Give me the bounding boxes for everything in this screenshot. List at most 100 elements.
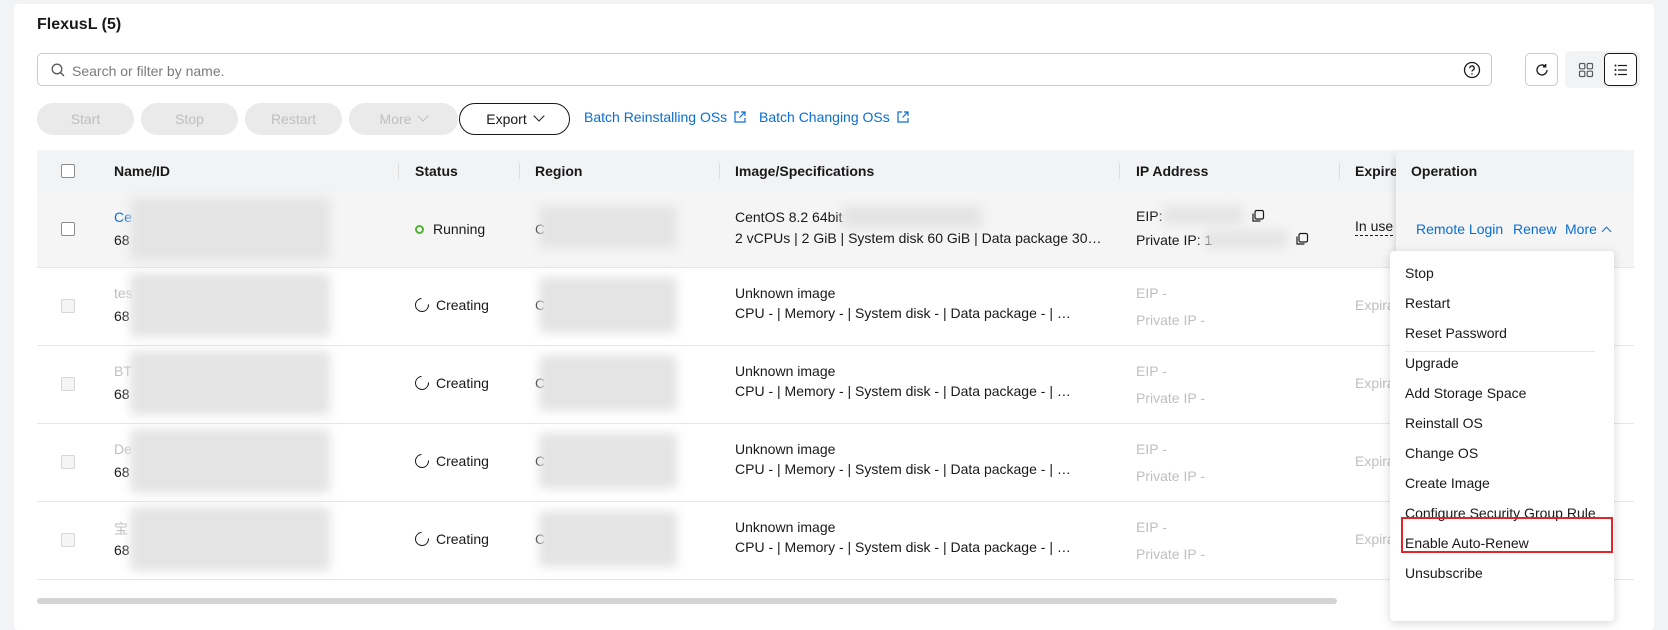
redacted-region	[539, 433, 677, 489]
col-ip: IP Address	[1136, 163, 1209, 179]
batch-change-link[interactable]: Batch Changing OSs	[759, 109, 910, 125]
more-operations-label: More	[1565, 221, 1597, 237]
row-checkbox	[61, 299, 75, 313]
menu-item-upgrade[interactable]: Upgrade	[1405, 355, 1459, 371]
more-operations-menu: Stop Restart Reset Password Upgrade Add …	[1390, 251, 1614, 621]
redacted-name	[130, 273, 330, 337]
status-text: Creating	[436, 453, 489, 469]
image-name: Unknown image	[735, 285, 836, 301]
section-title: FlexusL (5)	[37, 16, 122, 33]
list-view-icon	[1614, 64, 1627, 75]
redacted-region	[539, 355, 677, 411]
col-divider	[719, 163, 720, 179]
menu-item-unsubscribe[interactable]: Unsubscribe	[1405, 565, 1483, 581]
private-ip: Private IP -	[1136, 546, 1205, 562]
batch-change-label: Batch Changing OSs	[759, 109, 890, 125]
table-header: Name/ID Status Region Image/Specificatio…	[37, 150, 1634, 192]
copy-icon[interactable]	[1251, 209, 1265, 223]
private-ip: Private IP -	[1136, 312, 1205, 328]
search-icon	[51, 63, 65, 77]
spinner-icon	[412, 529, 432, 549]
spinner-icon	[412, 373, 432, 393]
export-label: Export	[486, 111, 527, 127]
restart-button[interactable]: Restart	[245, 103, 342, 135]
col-divider	[1119, 163, 1120, 179]
remote-login-link[interactable]: Remote Login	[1416, 221, 1503, 237]
export-button[interactable]: Export	[459, 103, 570, 135]
status: Creating	[412, 529, 489, 549]
menu-item-reinstall-os[interactable]: Reinstall OS	[1405, 415, 1483, 431]
menu-divider	[1405, 351, 1595, 352]
stop-button[interactable]: Stop	[141, 103, 238, 135]
spinner-icon	[412, 295, 432, 315]
instance-id: 68	[114, 464, 130, 480]
help-icon[interactable]	[1463, 61, 1481, 79]
redacted-region	[539, 206, 677, 248]
redacted-name	[130, 351, 330, 415]
status: Running	[415, 221, 485, 237]
redacted-eip	[1163, 206, 1243, 224]
chevron-down-icon	[417, 110, 430, 122]
col-image: Image/Specifications	[735, 163, 875, 179]
more-operations-link[interactable]: More	[1565, 221, 1612, 237]
status-text: Running	[433, 221, 486, 237]
status: Creating	[412, 373, 489, 393]
col-expire: Expire	[1355, 163, 1398, 179]
specs: CPU - | Memory - | System disk - | Data …	[735, 305, 1071, 321]
spinner-icon	[412, 451, 432, 471]
row-checkbox	[61, 377, 75, 391]
menu-item-restart[interactable]: Restart	[1405, 295, 1450, 311]
menu-item-add-storage-space[interactable]: Add Storage Space	[1405, 385, 1526, 401]
batch-reinstall-label: Batch Reinstalling OSs	[584, 109, 728, 125]
menu-item-stop[interactable]: Stop	[1405, 265, 1434, 281]
instance-id: 68	[114, 386, 130, 402]
specs: CPU - | Memory - | System disk - | Data …	[735, 539, 1071, 555]
instance-id: 68	[114, 232, 130, 248]
instance-id: 68	[114, 542, 130, 558]
specs: CPU - | Memory - | System disk - | Data …	[735, 383, 1071, 399]
specs: CPU - | Memory - | System disk - | Data …	[735, 461, 1071, 477]
expire-status: Expira	[1355, 297, 1395, 313]
redacted-private-ip	[1205, 230, 1287, 248]
status-text: Creating	[436, 375, 489, 391]
renew-link[interactable]: Renew	[1513, 221, 1557, 237]
horizontal-scrollbar[interactable]	[37, 598, 1337, 604]
expire-status: In use	[1355, 218, 1394, 236]
select-all-checkbox[interactable]	[61, 164, 75, 178]
more-button[interactable]: More	[349, 103, 458, 135]
refresh-icon	[1535, 63, 1548, 76]
copy-icon[interactable]	[1295, 232, 1309, 246]
menu-item-reset-password[interactable]: Reset Password	[1405, 325, 1507, 341]
redacted-name	[130, 429, 330, 493]
menu-item-create-image[interactable]: Create Image	[1405, 475, 1490, 491]
batch-reinstall-link[interactable]: Batch Reinstalling OSs	[584, 109, 747, 125]
start-button[interactable]: Start	[37, 103, 134, 135]
image-name: Unknown image	[735, 363, 836, 379]
col-divider	[398, 163, 399, 179]
private-ip: Private IP -	[1136, 390, 1205, 406]
list-view-button[interactable]	[1604, 53, 1637, 86]
refresh-button[interactable]	[1525, 53, 1558, 86]
col-region: Region	[535, 163, 583, 179]
image-name: Unknown image	[735, 441, 836, 457]
eip: EIP -	[1136, 519, 1167, 535]
menu-item-change-os[interactable]: Change OS	[1405, 445, 1478, 461]
external-link-icon	[897, 111, 909, 123]
col-divider	[519, 163, 520, 179]
image-name: Unknown image	[735, 519, 836, 535]
private-ip: Private IP -	[1136, 468, 1205, 484]
status: Creating	[412, 451, 489, 471]
expire-status: Expira	[1355, 375, 1395, 391]
search-input[interactable]	[70, 55, 1454, 86]
search-bar[interactable]	[37, 53, 1492, 86]
chevron-down-icon	[533, 110, 545, 122]
eip: EIP -	[1136, 285, 1167, 301]
row-checkbox[interactable]	[61, 222, 75, 236]
private-ip: Private IP: 1	[1136, 232, 1213, 248]
image-name: CentOS 8.2 64bit	[735, 209, 843, 225]
expire-status: Expira	[1355, 453, 1395, 469]
col-divider	[1339, 163, 1340, 179]
col-status: Status	[415, 163, 458, 179]
redacted-region	[539, 277, 677, 333]
grid-view-button[interactable]	[1569, 53, 1602, 86]
